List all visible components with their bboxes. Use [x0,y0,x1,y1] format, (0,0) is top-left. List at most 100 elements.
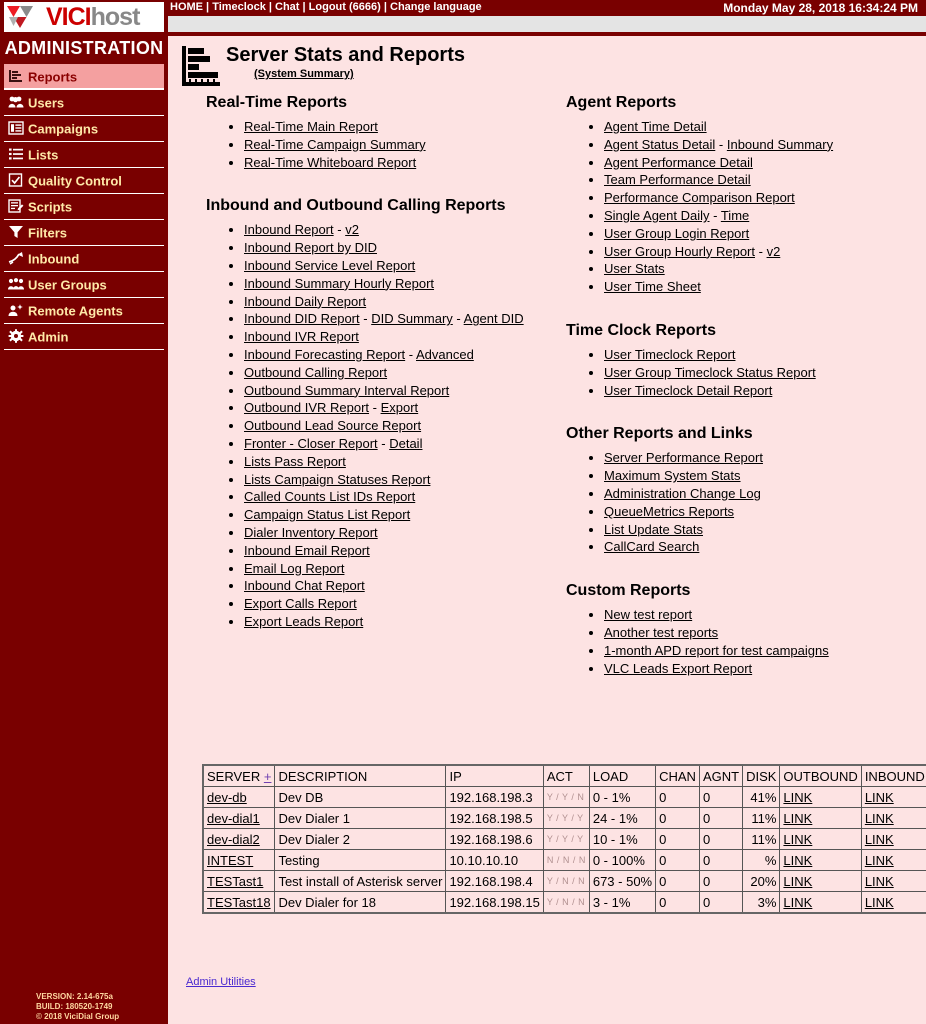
report-link[interactable]: Inbound Forecasting Report [244,347,405,362]
report-link[interactable]: Single Agent Daily [604,208,710,223]
report-link[interactable]: Administration Change Log [604,486,761,501]
report-link[interactable]: Time [721,208,749,223]
report-link[interactable]: Inbound Report [244,222,334,237]
report-link[interactable]: Called Counts List IDs Report [244,489,415,504]
report-link[interactable]: Advanced [416,347,474,362]
report-link[interactable]: Export [381,400,419,415]
column-header-server[interactable]: SERVER + [202,764,276,787]
report-link[interactable]: User Group Login Report [604,226,749,241]
outbound-link[interactable]: LINK [783,874,812,889]
sidebar-item-inbound[interactable]: Inbound [4,246,164,272]
report-link[interactable]: Inbound Summary [727,137,833,152]
report-link[interactable]: CallCard Search [604,539,699,554]
report-link[interactable]: Fronter - Closer Report [244,436,378,451]
server-name-link[interactable]: dev-dial1 [207,811,260,826]
cell-value: 192.168.198.4 [449,873,533,889]
report-link[interactable]: Lists Pass Report [244,454,346,469]
report-link[interactable]: Outbound Summary Interval Report [244,383,449,398]
report-link[interactable]: DID Summary [371,311,453,326]
report-link[interactable]: User Time Sheet [604,279,701,294]
report-link[interactable]: Inbound DID Report [244,311,360,326]
report-link[interactable]: Export Leads Report [244,614,363,629]
sidebar-item-remote-agents[interactable]: Remote Agents [4,298,164,324]
report-link[interactable]: Real-Time Campaign Summary [244,137,426,152]
report-link[interactable]: User Group Hourly Report [604,244,755,259]
report-link[interactable]: Server Performance Report [604,450,763,465]
report-link[interactable]: Inbound Daily Report [244,294,366,309]
topnav-item-change-language[interactable]: Change language [390,1,482,13]
outbound-link[interactable]: LINK [783,895,812,910]
report-list-item: Inbound Daily Report [244,293,566,311]
cell-description: Dev Dialer 1 [274,807,447,829]
column-header-chan: CHAN [655,764,700,787]
sidebar-item-scripts[interactable]: Scripts [4,194,164,220]
report-link[interactable]: Inbound Service Level Report [244,258,415,273]
report-link[interactable]: Real-Time Main Report [244,119,378,134]
report-link[interactable]: Agent DID [464,311,524,326]
sidebar-item-quality-control[interactable]: Quality Control [4,168,164,194]
report-link[interactable]: v2 [767,244,781,259]
report-link[interactable]: Real-Time Whiteboard Report [244,155,416,170]
sidebar-item-admin[interactable]: Admin [4,324,164,350]
report-link[interactable]: List Update Stats [604,522,703,537]
report-link[interactable]: Agent Performance Detail [604,155,753,170]
sidebar-item-lists[interactable]: Lists [4,142,164,168]
report-link[interactable]: Agent Status Detail [604,137,715,152]
inbound-link[interactable]: LINK [865,853,894,868]
report-link[interactable]: Inbound IVR Report [244,329,359,344]
outbound-link[interactable]: LINK [783,853,812,868]
outbound-link[interactable]: LINK [783,790,812,805]
topnav-item-chat[interactable]: Chat [275,1,299,13]
report-link[interactable]: Team Performance Detail [604,172,751,187]
report-link[interactable]: Lists Campaign Statuses Report [244,472,430,487]
report-link[interactable]: User Timeclock Detail Report [604,383,772,398]
report-link[interactable]: Dialer Inventory Report [244,525,378,540]
sort-ascending-toggle[interactable]: + [264,769,272,784]
report-link[interactable]: Outbound Lead Source Report [244,418,421,433]
server-name-link[interactable]: INTEST [207,853,253,868]
topnav-item-home[interactable]: HOME [170,1,203,13]
report-link[interactable]: Inbound Report by DID [244,240,377,255]
report-link[interactable]: QueueMetrics Reports [604,504,734,519]
report-link[interactable]: Email Log Report [244,561,344,576]
sidebar-item-users[interactable]: Users [4,90,164,116]
page-subtitle[interactable]: (System Summary) [254,68,354,80]
report-link[interactable]: Another test reports [604,625,718,640]
inbound-link[interactable]: LINK [865,790,894,805]
report-link[interactable]: VLC Leads Export Report [604,661,752,676]
report-link[interactable]: New test report [604,607,692,622]
report-link[interactable]: User Stats [604,261,665,276]
sidebar-item-reports[interactable]: Reports [4,64,164,90]
report-link[interactable]: Inbound Summary Hourly Report [244,276,434,291]
inbound-link[interactable]: LINK [865,832,894,847]
outbound-link[interactable]: LINK [783,832,812,847]
report-link[interactable]: 1-month APD report for test campaigns [604,643,829,658]
report-link[interactable]: v2 [345,222,359,237]
report-link[interactable]: Outbound Calling Report [244,365,387,380]
report-link[interactable]: Maximum System Stats [604,468,741,483]
sidebar-item-user-groups[interactable]: User Groups [4,272,164,298]
server-name-link[interactable]: dev-dial2 [207,832,260,847]
outbound-link[interactable]: LINK [783,811,812,826]
server-name-link[interactable]: dev-db [207,790,247,805]
sidebar-item-campaigns[interactable]: Campaigns [4,116,164,142]
report-link[interactable]: User Timeclock Report [604,347,735,362]
sidebar-item-filters[interactable]: Filters [4,220,164,246]
topnav-item-timeclock[interactable]: Timeclock [212,1,266,13]
server-name-link[interactable]: TESTast1 [207,874,263,889]
report-link[interactable]: Performance Comparison Report [604,190,795,205]
server-name-link[interactable]: TESTast18 [207,895,271,910]
report-link[interactable]: Agent Time Detail [604,119,707,134]
inbound-link[interactable]: LINK [865,874,894,889]
report-link[interactable]: Inbound Chat Report [244,578,365,593]
report-link[interactable]: Campaign Status List Report [244,507,410,522]
topnav-item-logout-6666[interactable]: Logout (6666) [309,1,381,13]
report-link[interactable]: User Group Timeclock Status Report [604,365,816,380]
report-link[interactable]: Outbound IVR Report [244,400,369,415]
report-link[interactable]: Export Calls Report [244,596,357,611]
inbound-link[interactable]: LINK [865,811,894,826]
inbound-link[interactable]: LINK [865,895,894,910]
admin-utilities-link[interactable]: Admin Utilities [186,976,256,988]
report-link[interactable]: Inbound Email Report [244,543,370,558]
report-link[interactable]: Detail [389,436,422,451]
